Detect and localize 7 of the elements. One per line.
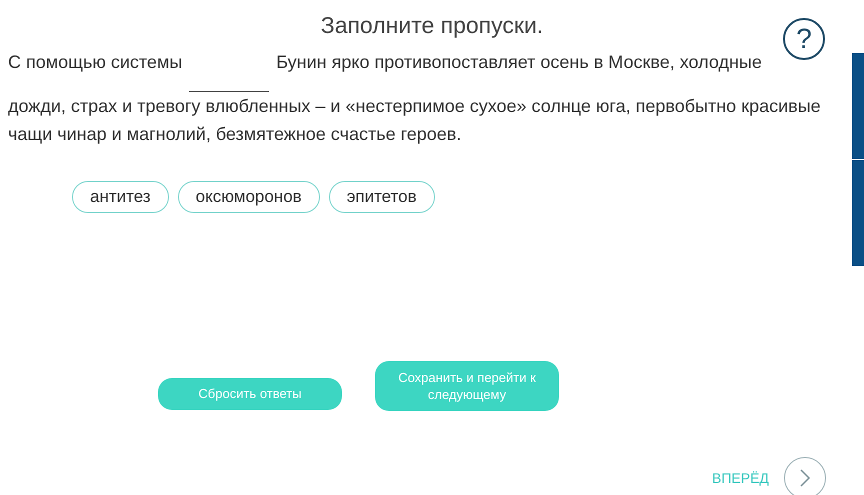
page-title: Заполните пропуски. (320, 11, 544, 40)
word-option[interactable]: антитез (72, 181, 169, 213)
chevron-right-icon (798, 468, 811, 488)
help-button[interactable]: ? (783, 18, 825, 60)
word-option[interactable]: эпитетов (328, 181, 435, 213)
word-option[interactable]: оксюморонов (178, 181, 320, 213)
next-button[interactable] (784, 457, 826, 495)
